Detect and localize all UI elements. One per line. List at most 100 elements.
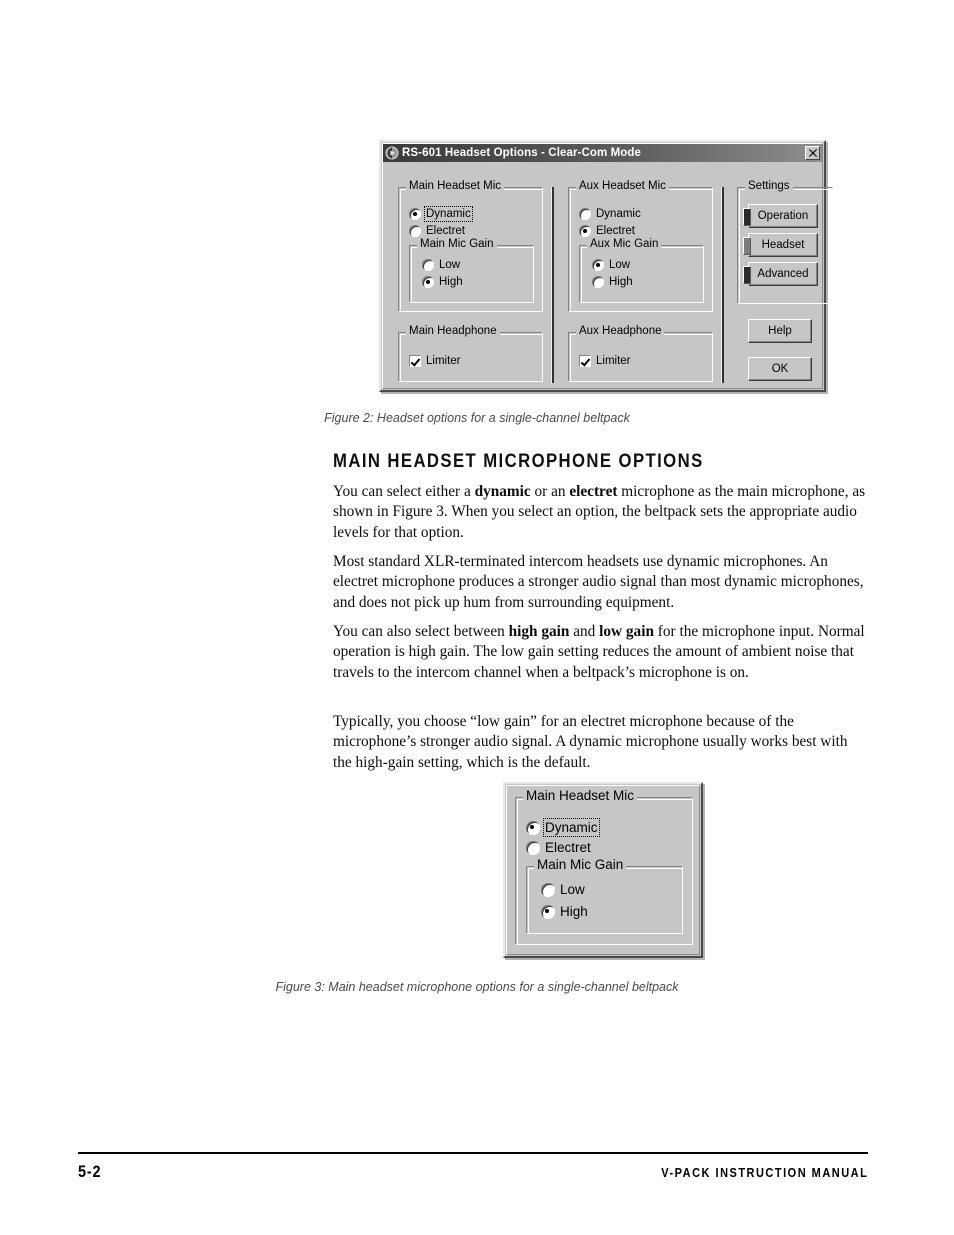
radio-main-mic-dynamic[interactable]: Dynamic [409,206,473,222]
close-icon[interactable] [805,146,820,160]
radio-label: Dynamic [543,818,600,837]
group-aux-headphone: Aux Headphone Limiter [568,325,713,382]
radio-indicator [422,276,434,288]
group-main-headphone: Main Headphone Limiter [398,325,543,382]
radio-label: High [560,904,588,919]
figure3-dialog: Main Headset Mic Dynamic Electret Main M… [503,782,703,958]
radio-label: Electret [545,840,591,855]
group-main-headset-mic: Main Headset Mic Dynamic Electret Main M… [515,788,693,945]
checkbox-label: Limiter [596,355,631,367]
radio-label: Low [560,882,585,897]
window-menu-icon[interactable] [385,146,399,160]
group-main-headset-mic: Main Headset Mic Dynamic Electret Main M… [398,180,543,312]
radio-label: High [439,276,463,288]
figure2-dialog: RS-601 Headset Options - Clear-Com Mode … [379,140,833,392]
radio-indicator [541,882,555,897]
radio-indicator [592,276,604,288]
radio-label: Low [609,259,631,271]
settings-operation-button[interactable]: Operation [743,204,818,228]
settings-headset-button[interactable]: Headset [743,233,818,257]
para1-part-a: You can select either a [333,483,475,500]
checkbox-label: Limiter [426,355,461,367]
group-title: Aux Mic Gain [587,238,662,250]
button-label: Headset [761,239,805,251]
help-button[interactable]: Help [748,319,812,343]
button-label: Operation [757,210,809,222]
para3-bold-high-gain: high gain [508,623,570,640]
radio-indicator [541,904,555,919]
paragraph-2: Most standard XLR-terminated intercom he… [333,553,864,611]
radio-indicator [409,225,421,237]
figure2-caption: Figure 2: Headset options for a single-c… [324,411,630,425]
radio-aux-mic-dynamic[interactable]: Dynamic [579,208,641,220]
paragraph-4: Typically, you choose “low gain” for an … [333,713,848,771]
radio-label: Low [439,259,461,271]
radio-aux-gain-low[interactable]: Low [592,259,630,271]
group-title: Main Mic Gain [417,238,497,250]
dialog-titlebar[interactable]: RS-601 Headset Options - Clear-Com Mode [383,144,822,162]
radio-indicator [526,840,540,855]
radio-indicator [579,208,591,220]
radio-main-gain-high[interactable]: High [422,276,463,288]
radio-label: High [609,276,633,288]
radio-main-gain-high[interactable]: High [541,904,588,919]
radio-aux-gain-high[interactable]: High [592,276,633,288]
para3-part-c: and [569,623,600,640]
button-label: Advanced [757,268,809,280]
checkbox-aux-limiter[interactable]: Limiter [579,355,631,367]
group-title: Main Headset Mic [523,788,638,803]
checkbox-main-limiter[interactable]: Limiter [409,355,461,367]
para1-part-c: or an [530,483,570,500]
radio-main-mic-electret[interactable]: Electret [409,225,465,237]
radio-main-mic-electret[interactable]: Electret [526,840,591,855]
ok-button[interactable]: OK [748,357,812,381]
group-aux-headset-mic: Aux Headset Mic Dynamic Electret Aux Mic… [568,180,713,312]
radio-indicator [422,259,434,271]
advanced-indicator [743,266,751,284]
group-title: Main Mic Gain [534,857,627,872]
radio-indicator [592,259,604,271]
radio-label: Dynamic [596,208,641,220]
group-aux-mic-gain: Aux Mic Gain Low High [579,238,704,303]
radio-label: Electret [426,225,465,237]
page-title: MAIN HEADSET MICROPHONE OPTIONS [333,451,704,472]
column-separator [551,187,554,383]
button-label: Help [768,325,792,337]
checkbox-indicator [409,355,421,367]
group-main-mic-gain: Main Mic Gain Low High [409,238,534,303]
dialog-title: RS-601 Headset Options - Clear-Com Mode [402,147,642,159]
group-main-mic-gain: Main Mic Gain Low High [526,857,683,934]
para3-part-a: You can also select between [333,623,509,640]
figure3-caption: Figure 3: Main headset microphone option… [275,980,679,994]
radio-main-gain-low[interactable]: Low [422,259,460,271]
page-number: 5-2 [78,1162,102,1181]
radio-main-mic-dynamic[interactable]: Dynamic [526,818,600,837]
settings-advanced-button[interactable]: Advanced [743,262,818,286]
radio-indicator [526,820,540,835]
radio-label: Dynamic [424,206,473,222]
radio-indicator [409,208,421,220]
radio-main-gain-low[interactable]: Low [541,882,585,897]
document-page: RS-601 Headset Options - Clear-Com Mode … [0,0,954,1235]
footer-divider [78,1152,868,1154]
radio-aux-mic-electret[interactable]: Electret [579,225,635,237]
para1-bold-electret: electret [569,483,618,500]
para1-bold-dynamic: dynamic [474,483,531,500]
group-settings: Settings Operation Headset Advanced [737,180,833,304]
manual-title-footer: V-PACK INSTRUCTION MANUAL [660,1166,868,1180]
headset-indicator [743,237,751,255]
para3-bold-low-gain: low gain [599,623,654,640]
radio-indicator [579,225,591,237]
button-label: OK [771,363,789,375]
group-title: Main Headphone [406,325,500,337]
group-title: Aux Headset Mic [576,180,669,192]
group-title: Aux Headphone [576,325,665,337]
paragraph-1: You can select either a dynamic or an el… [333,482,869,543]
group-title: Main Headset Mic [406,180,505,192]
operation-indicator [743,208,751,226]
paragraph-3: You can also select between high gain an… [333,622,869,683]
radio-label: Electret [596,225,635,237]
group-title: Settings [745,180,793,192]
column-separator [721,187,724,383]
checkbox-indicator [579,355,591,367]
